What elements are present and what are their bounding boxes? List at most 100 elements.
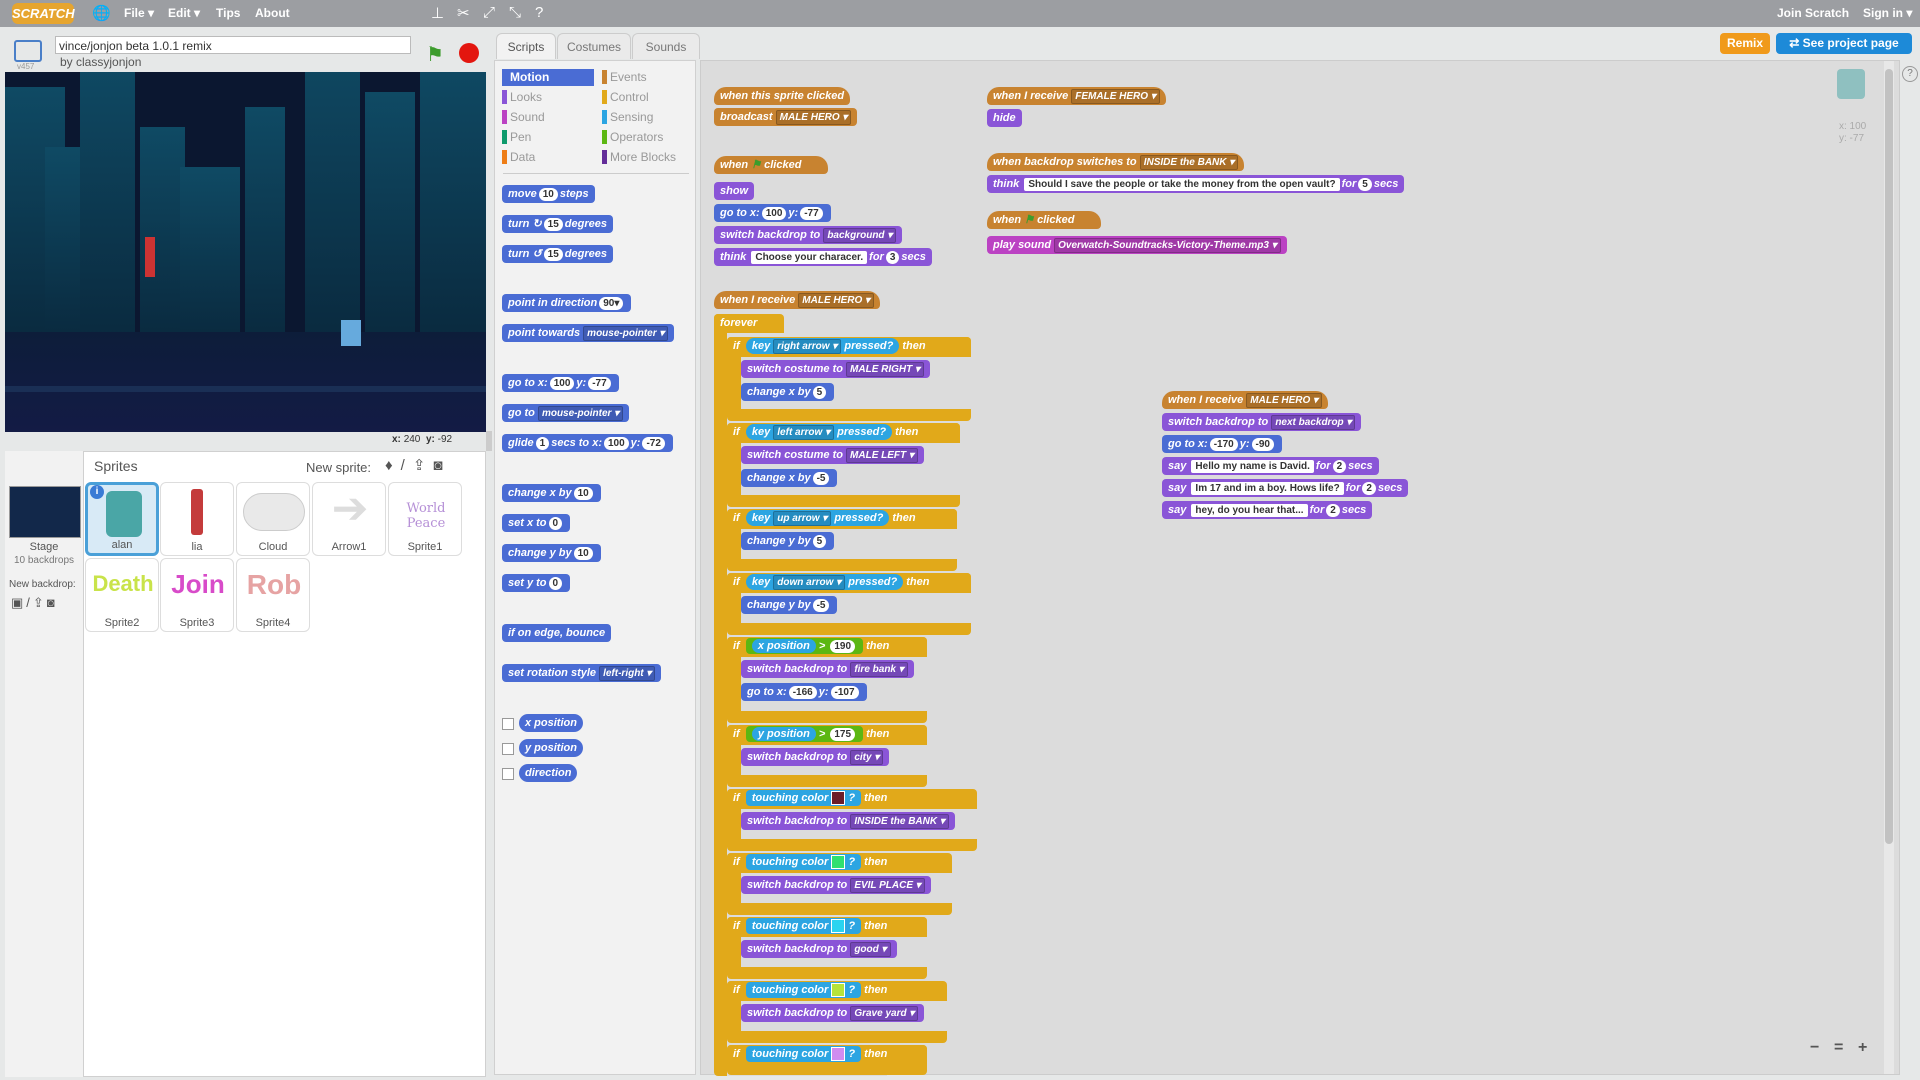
block-set-x[interactable]: set x to 0 <box>502 514 571 532</box>
block-show[interactable]: show <box>714 182 755 200</box>
block-think-for[interactable]: think Choose your characer. for 3 secs <box>714 248 932 266</box>
sign-in-link[interactable]: Sign in ▾ <box>1863 6 1912 20</box>
block-set-rotation-style[interactable]: set rotation style left-right ▾ <box>502 664 662 682</box>
scrollbar-thumb[interactable] <box>1885 69 1893 844</box>
block-play-sound[interactable]: play sound Overwatch-Soundtracks-Victory… <box>987 236 1287 254</box>
hat-when-flag-clicked[interactable]: when ⚑ clicked <box>987 211 1101 229</box>
block-switch-backdrop[interactable]: switch backdrop to city ▾ <box>741 748 890 766</box>
block-say-for[interactable]: say Hello my name is David. for 2 secs <box>1162 457 1379 475</box>
sprite-tile-lia[interactable]: lia <box>160 482 234 556</box>
block-say-for[interactable]: say hey, do you hear that... for 2 secs <box>1162 501 1373 519</box>
block-broadcast[interactable]: broadcast MALE HERO ▾ <box>714 108 858 126</box>
block-switch-backdrop[interactable]: switch backdrop to good ▾ <box>741 940 897 958</box>
zoom-reset-icon[interactable]: = <box>1834 1039 1843 1057</box>
block-think-for[interactable]: think Should I save the people or take t… <box>987 175 1405 193</box>
block-change-x[interactable]: change x by -5 <box>741 469 838 487</box>
block-glide[interactable]: glide 1 secs to x: 100 y: -72 <box>502 434 673 452</box>
hat-when-i-receive[interactable]: when I receive MALE HERO ▾ <box>714 291 881 309</box>
block-change-y[interactable]: change y by 5 <box>741 532 835 550</box>
reporter-y-position[interactable]: y position <box>519 739 583 757</box>
globe-icon[interactable]: 🌐 <box>92 4 111 22</box>
block-change-x[interactable]: change x by 10 <box>502 484 601 502</box>
grow-icon[interactable]: ⤢ <box>483 4 495 21</box>
block-switch-costume[interactable]: switch costume to MALE LEFT ▾ <box>741 446 924 464</box>
category-operators[interactable]: Operators <box>602 129 694 146</box>
block-switch-backdrop[interactable]: switch backdrop to fire bank ▾ <box>741 660 914 678</box>
category-data[interactable]: Data <box>502 149 594 166</box>
sprite-tile-sprite4[interactable]: Rob Sprite4 <box>236 558 310 632</box>
reporter-direction[interactable]: direction <box>519 764 578 782</box>
block-point-in-direction[interactable]: point in direction 90▾ <box>502 294 632 312</box>
library-icon[interactable]: ♦ <box>385 457 401 474</box>
file-menu[interactable]: File ▾ <box>124 6 154 20</box>
block-switch-backdrop[interactable]: switch backdrop to Grave yard ▾ <box>741 1004 925 1022</box>
hat-when-flag-clicked[interactable]: when ⚑ clicked <box>714 156 828 174</box>
tab-sounds[interactable]: Sounds <box>632 33 700 59</box>
upload-icon[interactable]: ⇪ <box>33 595 47 610</box>
stage-collapse-handle[interactable] <box>486 431 492 451</box>
block-go-to-xy[interactable]: go to x: -170 y: -90 <box>1162 435 1282 453</box>
block-go-to-xy[interactable]: go to x: 100 y: -77 <box>502 374 619 392</box>
block-change-x[interactable]: change x by 5 <box>741 383 835 401</box>
camera-icon[interactable]: ◙ <box>47 595 58 610</box>
stage-canvas[interactable] <box>5 72 486 432</box>
delete-cut-icon[interactable]: ✂ <box>457 4 470 22</box>
block-if-on-edge-bounce[interactable]: if on edge, bounce <box>502 624 612 642</box>
block-go-to-xy[interactable]: go to x: 100 y: -77 <box>714 204 831 222</box>
category-sound[interactable]: Sound <box>502 109 594 126</box>
edit-menu[interactable]: Edit ▾ <box>168 6 200 20</box>
sprite-tile-cloud[interactable]: Cloud <box>236 482 310 556</box>
block-switch-backdrop[interactable]: switch backdrop to INSIDE the BANK ▾ <box>741 812 955 830</box>
block-move-steps[interactable]: move 10 steps <box>502 185 595 203</box>
block-say-for[interactable]: say Im 17 and im a boy. Hows life? for 2 se… <box>1162 479 1409 497</box>
block-go-to[interactable]: go to mouse-pointer ▾ <box>502 404 630 422</box>
paint-icon[interactable]: / <box>401 457 413 474</box>
project-title-input[interactable]: vince/jonjon beta 1.0.1 remix <box>55 36 411 54</box>
category-looks[interactable]: Looks <box>502 89 594 106</box>
checkbox-y-position[interactable] <box>502 743 514 755</box>
sprite-tile-sprite1[interactable]: World Peace Sprite1 <box>388 482 462 556</box>
block-go-to-xy[interactable]: go to x: -166 y: -107 <box>741 683 867 701</box>
hat-when-backdrop-switches[interactable]: when backdrop switches to INSIDE the BAN… <box>987 153 1245 171</box>
shrink-icon[interactable]: ⤡ <box>509 4 521 21</box>
block-turn-right[interactable]: turn ↻ 15 degrees <box>502 215 613 233</box>
help-tips-icon[interactable]: ? <box>1902 66 1918 82</box>
checkbox-direction[interactable] <box>502 768 514 780</box>
stop-icon[interactable] <box>459 43 479 63</box>
sprite-tile-sprite2[interactable]: Death Sprite2 <box>85 558 159 632</box>
category-events[interactable]: Events <box>602 69 694 86</box>
image-icon[interactable]: ▣ <box>11 595 26 610</box>
block-switch-backdrop[interactable]: switch backdrop to EVIL PLACE ▾ <box>741 876 931 894</box>
info-icon[interactable]: i <box>90 485 104 499</box>
reporter-x-position[interactable]: x position <box>519 714 583 732</box>
hat-when-i-receive[interactable]: when I receive FEMALE HERO ▾ <box>987 87 1166 105</box>
see-project-page-button[interactable]: ⇄ See project page <box>1776 33 1912 54</box>
block-change-y[interactable]: change y by 10 <box>502 544 601 562</box>
block-hide[interactable]: hide <box>987 109 1022 127</box>
hat-when-i-receive[interactable]: when I receive MALE HERO ▾ <box>1162 391 1329 409</box>
about-menu[interactable]: About <box>255 6 290 20</box>
block-switch-backdrop[interactable]: switch backdrop to next backdrop ▾ <box>1162 413 1362 431</box>
join-scratch-link[interactable]: Join Scratch <box>1777 6 1849 20</box>
category-pen[interactable]: Pen <box>502 129 594 146</box>
fullscreen-icon[interactable] <box>14 40 42 62</box>
camera-icon[interactable]: ◙ <box>433 457 450 474</box>
paint-brush-icon[interactable]: / <box>26 595 33 610</box>
zoom-in-icon[interactable]: + <box>1858 1039 1867 1057</box>
category-sensing[interactable]: Sensing <box>602 109 694 126</box>
lia-sprite[interactable] <box>145 237 155 277</box>
sprite-tile-sprite3[interactable]: Join Sprite3 <box>160 558 234 632</box>
hat-when-sprite-clicked[interactable]: when this sprite clicked <box>714 87 851 105</box>
alan-sprite[interactable] <box>341 320 361 346</box>
upload-icon[interactable]: ⇪ <box>413 457 434 474</box>
sprite-tile-alan[interactable]: i alan <box>85 482 159 556</box>
block-switch-costume[interactable]: switch costume to MALE RIGHT ▾ <box>741 360 931 378</box>
scripts-scrollbar[interactable] <box>1884 61 1894 1074</box>
help-icon[interactable]: ? <box>535 4 543 21</box>
block-change-y[interactable]: change y by -5 <box>741 596 838 614</box>
remix-button[interactable]: Remix <box>1720 33 1770 54</box>
tips-menu[interactable]: Tips <box>216 6 240 20</box>
block-switch-backdrop[interactable]: switch backdrop to background ▾ <box>714 226 903 244</box>
category-more-blocks[interactable]: More Blocks <box>602 149 694 166</box>
scratch-logo[interactable]: SCRATCH <box>12 3 75 24</box>
